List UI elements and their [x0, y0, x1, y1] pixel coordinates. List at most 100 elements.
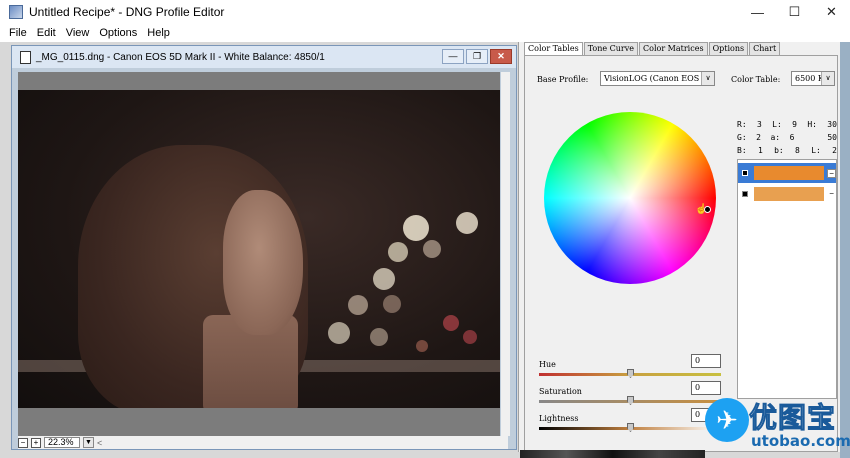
face-shape [223, 190, 303, 335]
color-table-select[interactable]: 6500 K ∨ [791, 71, 835, 86]
readout-value: 2 [756, 133, 761, 142]
readout-value: 30 [827, 120, 837, 129]
chevron-down-icon: ∨ [701, 72, 714, 85]
list-item[interactable]: − [738, 184, 836, 204]
remove-button[interactable]: − [827, 189, 836, 199]
hue-input[interactable]: 0 [691, 354, 721, 368]
saturation-slider-thumb[interactable] [627, 396, 634, 405]
watermark-url: utobao.com [751, 432, 850, 450]
bokeh-light [403, 215, 429, 241]
tab-bar: Color Tables Tone Curve Color Matrices O… [524, 42, 781, 56]
scroll-left-arrow[interactable]: < [97, 438, 102, 448]
zoom-out-button[interactable]: − [18, 437, 28, 448]
maximize-button[interactable]: ☐ [776, 0, 813, 24]
lightness-slider-thumb[interactable] [627, 423, 634, 432]
readout-row: G: 2 a: 6 50 [737, 131, 837, 144]
tab-color-matrices[interactable]: Color Matrices [639, 42, 708, 55]
menu-edit[interactable]: Edit [32, 27, 61, 39]
taskbar-strip [520, 450, 705, 458]
base-profile-select[interactable]: VisionLOG (Canon EOS ∨ [600, 71, 715, 86]
zoom-dropdown[interactable]: ▼ [83, 437, 94, 448]
bokeh-light [443, 315, 459, 331]
image-restore-button[interactable]: ❐ [466, 49, 488, 64]
image-status-bar: − + 22.3% ▼ < [18, 436, 508, 449]
bokeh-light [373, 268, 395, 290]
minimize-button[interactable]: — [739, 0, 776, 24]
tab-options[interactable]: Options [708, 42, 749, 55]
watermark-logo: ✈ 优图宝 utobao.com [705, 392, 850, 458]
bokeh-light [463, 330, 477, 344]
image-window-titlebar[interactable]: _MG_0115.dng - Canon EOS 5D Mark II - Wh… [12, 46, 516, 68]
readout-value: 2 [832, 146, 837, 155]
readout-value: 9 [792, 120, 797, 129]
lightness-label: Lightness [539, 414, 579, 423]
readout-label: R: [737, 120, 747, 129]
readout-label: B: [737, 146, 747, 155]
readout-value: 50 [827, 133, 837, 142]
hue-slider-thumb[interactable] [627, 369, 634, 378]
readout-value: 6 [789, 133, 795, 142]
bokeh-light [348, 295, 368, 315]
readout-label: b: [774, 146, 784, 155]
bokeh-light [388, 242, 408, 262]
checkbox[interactable] [742, 170, 748, 176]
menu-view[interactable]: View [61, 27, 95, 39]
bokeh-light [423, 240, 441, 258]
lightness-slider-group: Lightness 0 [539, 408, 721, 440]
list-item[interactable]: − [738, 163, 836, 183]
base-profile-label: Base Profile: [537, 75, 589, 84]
readout-row: R: 3 L: 9 H: 30 [737, 118, 837, 131]
image-window-controls: — ❐ ✕ [442, 49, 512, 64]
tab-chart[interactable]: Chart [749, 42, 781, 55]
color-point-marker[interactable] [704, 206, 711, 213]
color-swatch [753, 166, 825, 180]
vertical-scrollbar[interactable] [501, 72, 510, 436]
color-table-label: Color Table: [731, 75, 781, 84]
image-close-button[interactable]: ✕ [490, 49, 512, 64]
readout-value: 3 [756, 120, 762, 129]
document-icon [20, 50, 31, 64]
watermark-text: 优图宝 [748, 401, 837, 435]
window-controls: — ☐ ✕ [739, 0, 850, 24]
color-readout: R: 3 L: 9 H: 30 G: 2 a: 6 50 B: 1 b: 8 L… [737, 118, 837, 157]
bird-icon: ✈ [705, 398, 749, 442]
readout-label: H: [807, 120, 817, 129]
readout-label [804, 131, 818, 144]
zoom-level-field[interactable]: 22.3% [44, 437, 80, 448]
readout-label: a: [770, 133, 781, 142]
window-title: Untitled Recipe* - DNG Profile Editor [29, 5, 225, 19]
checkbox[interactable] [742, 191, 748, 197]
readout-value: 8 [795, 146, 800, 155]
app-icon [9, 5, 23, 19]
close-button[interactable]: ✕ [813, 0, 850, 24]
image-window: _MG_0115.dng - Canon EOS 5D Mark II - Wh… [11, 45, 517, 450]
color-swatch [753, 187, 825, 201]
bokeh-light [383, 295, 401, 313]
saturation-label: Saturation [539, 387, 582, 396]
menu-options[interactable]: Options [94, 27, 142, 39]
bokeh-light [416, 340, 428, 352]
base-profile-value: VisionLOG (Canon EOS [604, 74, 700, 83]
tab-tone-curve[interactable]: Tone Curve [583, 42, 638, 55]
photo-viewport[interactable] [18, 72, 500, 436]
photo-image[interactable] [18, 90, 500, 408]
menu-help[interactable]: Help [142, 27, 175, 39]
color-table-list[interactable]: − − [737, 159, 837, 399]
zoom-in-button[interactable]: + [31, 437, 41, 448]
bokeh-light [328, 322, 350, 344]
readout-row: B: 1 b: 8 L: 2 [737, 144, 837, 157]
readout-value: 1 [757, 146, 763, 155]
image-minimize-button[interactable]: — [442, 49, 464, 64]
tab-color-tables[interactable]: Color Tables [524, 42, 583, 55]
image-window-title: _MG_0115.dng - Canon EOS 5D Mark II - Wh… [36, 51, 325, 63]
remove-button[interactable]: − [827, 168, 836, 178]
color-table-value: 6500 K [795, 74, 824, 83]
menu-bar: File Edit View Options Help [0, 24, 850, 42]
readout-label: L: [772, 120, 782, 129]
hue-label: Hue [539, 360, 556, 369]
title-bar: Untitled Recipe* - DNG Profile Editor — … [0, 0, 850, 24]
chevron-down-icon: ∨ [821, 72, 834, 85]
bokeh-light [456, 212, 478, 234]
menu-file[interactable]: File [4, 27, 32, 39]
color-wheel[interactable]: ☝ [544, 112, 716, 284]
